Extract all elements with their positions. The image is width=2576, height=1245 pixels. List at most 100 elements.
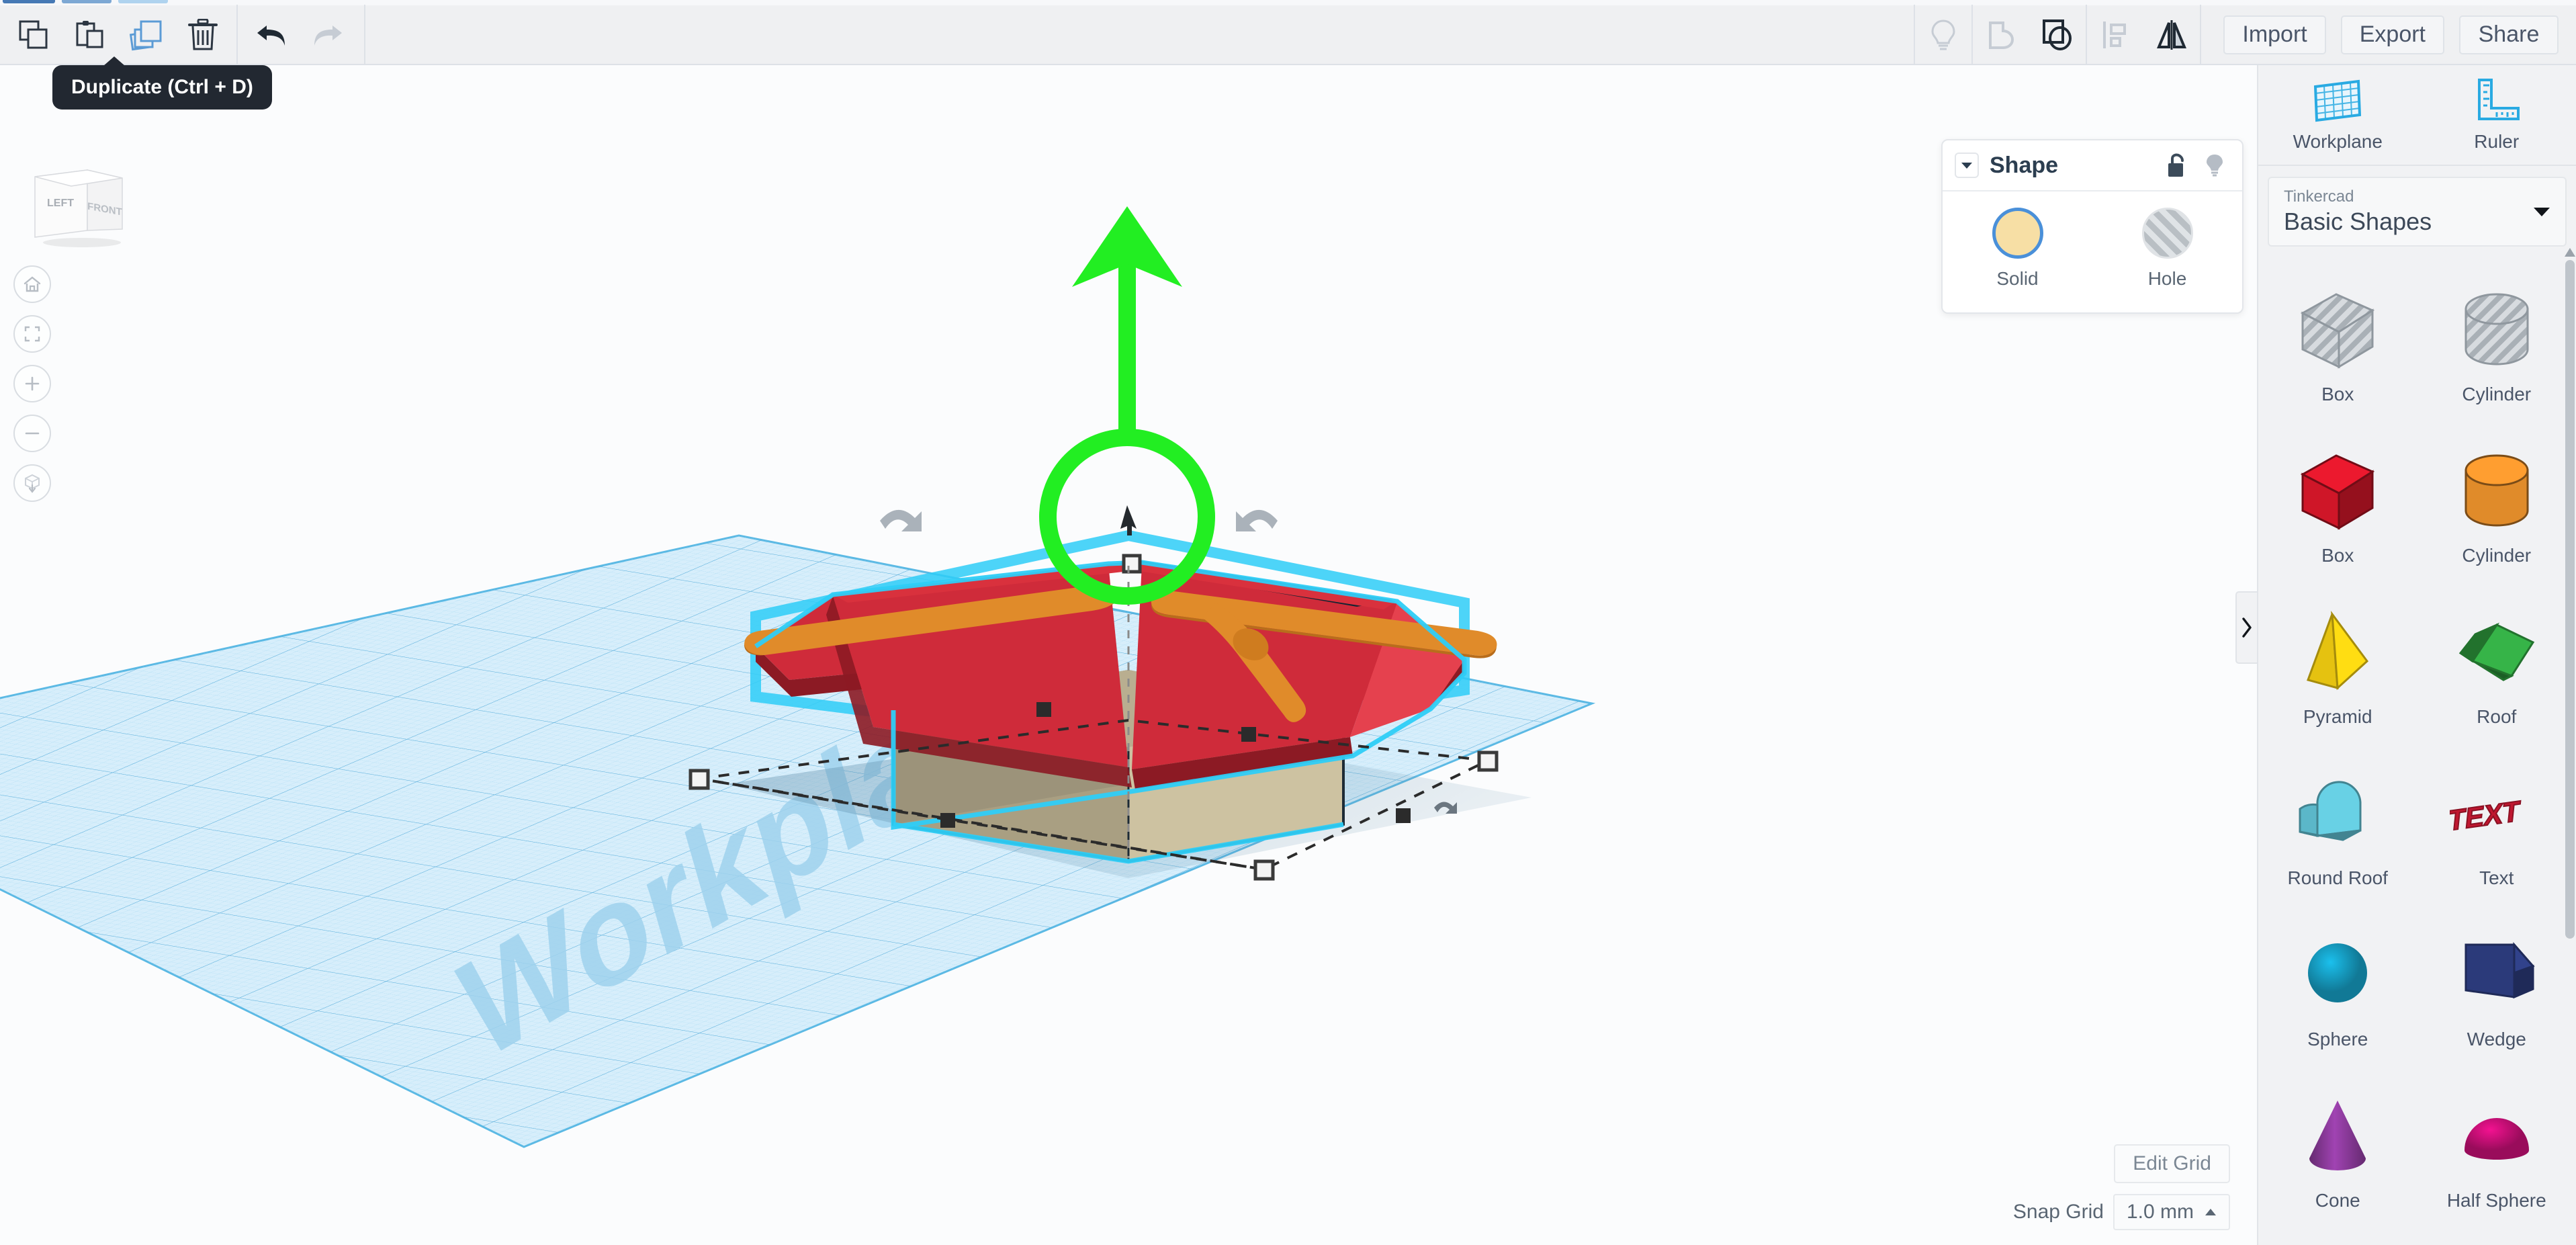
ruler-icon — [2477, 79, 2520, 120]
shape-library-value: Basic Shapes — [2284, 208, 2432, 235]
shape-pyramid-art — [2291, 601, 2385, 702]
shape-cylinder-hole-art — [2450, 279, 2544, 380]
share-button[interactable]: Share — [2459, 15, 2559, 54]
redo-button[interactable] — [300, 5, 356, 65]
home-view-button[interactable] — [13, 265, 51, 303]
chevron-down-icon — [1961, 163, 1972, 169]
toolbar-separator — [364, 5, 365, 65]
tooltip-text: Duplicate (Ctrl + D) — [71, 76, 253, 98]
sidebar-tools: Workplane Ruler — [2258, 65, 2576, 166]
fit-to-view-button[interactable] — [13, 315, 51, 353]
shape-roof-label: Roof — [2477, 706, 2517, 727]
shapes-library-grid[interactable]: Box Cylinder Box Cylinder Pyramid Roof R… — [2258, 252, 2576, 1245]
shape-round-roof[interactable]: Round Roof — [2258, 745, 2417, 906]
tooltip-arrow — [103, 56, 125, 66]
grid-controls: Edit Grid Snap Grid 1.0 mm — [2013, 1144, 2230, 1230]
shape-sphere[interactable]: Sphere — [2258, 906, 2417, 1068]
view-cube[interactable]: LEFT FRONT — [28, 165, 152, 252]
perspective-toggle[interactable] — [13, 464, 51, 502]
shape-text[interactable]: TEXT Text — [2417, 745, 2576, 906]
align-button[interactable] — [2087, 5, 2143, 65]
toolbar-separator — [236, 5, 238, 65]
solid-swatch[interactable]: Solid — [1943, 208, 2092, 290]
browser-tab[interactable] — [62, 0, 112, 3]
shape-box[interactable]: Box — [2258, 423, 2417, 584]
shape-box-label: Box — [2321, 545, 2354, 566]
edit-grid-button[interactable]: Edit Grid — [2114, 1144, 2230, 1183]
viewport-nav-tools — [5, 253, 59, 514]
shape-cylinder[interactable]: Cylinder — [2417, 423, 2576, 584]
shape-pyramid[interactable]: Pyramid — [2258, 584, 2417, 745]
mirror-icon — [2157, 19, 2187, 50]
lightbulb-icon[interactable] — [2205, 153, 2225, 177]
solid-swatch-circle — [1992, 208, 2043, 259]
sidebar-collapse-button[interactable] — [2235, 591, 2257, 664]
plus-icon — [25, 376, 40, 391]
ungroup-icon — [2043, 19, 2072, 50]
solid-swatch-label: Solid — [1996, 268, 2039, 289]
shape-cone[interactable]: Cone — [2258, 1068, 2417, 1229]
scroll-up-arrow-icon[interactable] — [2564, 247, 2576, 259]
shape-half-sphere[interactable]: Half Sphere — [2417, 1068, 2576, 1229]
toolbar-right-group: Import Export Share — [1914, 5, 2576, 65]
workplane-tool-label: Workplane — [2293, 131, 2383, 152]
caret-up-icon — [2205, 1208, 2216, 1215]
shape-cylinder-hole[interactable]: Cylinder — [2417, 261, 2576, 423]
export-button[interactable]: Export — [2340, 15, 2444, 54]
sidebar-scrollbar[interactable] — [2565, 260, 2575, 939]
shape-box-hole[interactable]: Box — [2258, 261, 2417, 423]
mirror-button[interactable] — [2143, 5, 2200, 65]
rotate-cw-handle[interactable] — [1236, 509, 1278, 531]
delete-button[interactable] — [175, 5, 231, 65]
shape-wedge-label: Wedge — [2467, 1029, 2526, 1049]
zoom-in-button[interactable] — [13, 365, 51, 402]
rotate-ccw-handle[interactable] — [880, 509, 922, 531]
snap-grid-row: Snap Grid 1.0 mm — [2013, 1194, 2230, 1230]
ungroup-button[interactable] — [2029, 5, 2086, 65]
shape-cylinder-art — [2450, 440, 2544, 541]
chevron-right-icon — [2242, 617, 2252, 638]
workplane-tool[interactable]: Workplane — [2258, 65, 2417, 165]
copy-button[interactable] — [5, 5, 62, 65]
shape-half-sphere-art — [2450, 1085, 2544, 1186]
hint-button[interactable] — [1915, 5, 1971, 65]
shape-round-roof-art — [2291, 763, 2385, 863]
browser-tab[interactable] — [3, 0, 55, 3]
svg-text:TEXT: TEXT — [2450, 795, 2522, 837]
shape-cylinder-label: Cylinder — [2462, 545, 2532, 566]
cube-arrow-icon — [25, 474, 40, 493]
group-icon — [1989, 21, 2014, 49]
resize-handle-mid — [1396, 808, 1411, 823]
paste-button[interactable] — [62, 5, 118, 65]
shape-collapse-button[interactable] — [1955, 153, 1979, 178]
align-icon — [2103, 21, 2127, 48]
workplane[interactable]: Workplane — [0, 65, 2257, 1245]
shape-box-art — [2291, 440, 2385, 541]
import-button[interactable]: Import — [2223, 15, 2326, 54]
shape-sphere-art — [2291, 924, 2385, 1025]
shape-library-dropdown[interactable]: Tinkercad Basic Shapes — [2268, 177, 2567, 247]
3d-viewport[interactable]: Workplane LEFT FRONT Shape Solid Hole Ed… — [0, 65, 2257, 1245]
top-toolbar: Import Export Share — [0, 5, 2576, 65]
shape-library-eyebrow: Tinkercad — [2284, 187, 2354, 206]
browser-tab[interactable] — [118, 0, 168, 3]
zoom-out-button[interactable] — [13, 415, 51, 452]
snap-grid-select[interactable]: 1.0 mm — [2113, 1194, 2230, 1230]
resize-handle-corner — [1477, 750, 1499, 772]
ruler-tool[interactable]: Ruler — [2417, 65, 2576, 165]
undo-button[interactable] — [243, 5, 300, 65]
shape-box-hole-label: Box — [2321, 384, 2354, 404]
hole-swatch[interactable]: Hole — [2092, 208, 2242, 290]
height-handle — [1122, 554, 1142, 574]
shape-wedge[interactable]: Wedge — [2417, 906, 2576, 1068]
group-button[interactable] — [1973, 5, 2029, 65]
shape-roof-art — [2450, 601, 2544, 702]
resize-handle-mid — [1241, 727, 1256, 742]
3d-scene: Workplane — [0, 65, 2257, 1245]
shape-roof[interactable]: Roof — [2417, 584, 2576, 745]
shapes-sidebar: Workplane Ruler Tinkercad Basic Shapes B… — [2257, 65, 2576, 1245]
move-up-handle[interactable] — [1120, 505, 1137, 535]
duplicate-button[interactable] — [118, 5, 175, 65]
unlock-icon[interactable] — [2166, 153, 2188, 178]
toolbar-separator — [2200, 5, 2202, 65]
